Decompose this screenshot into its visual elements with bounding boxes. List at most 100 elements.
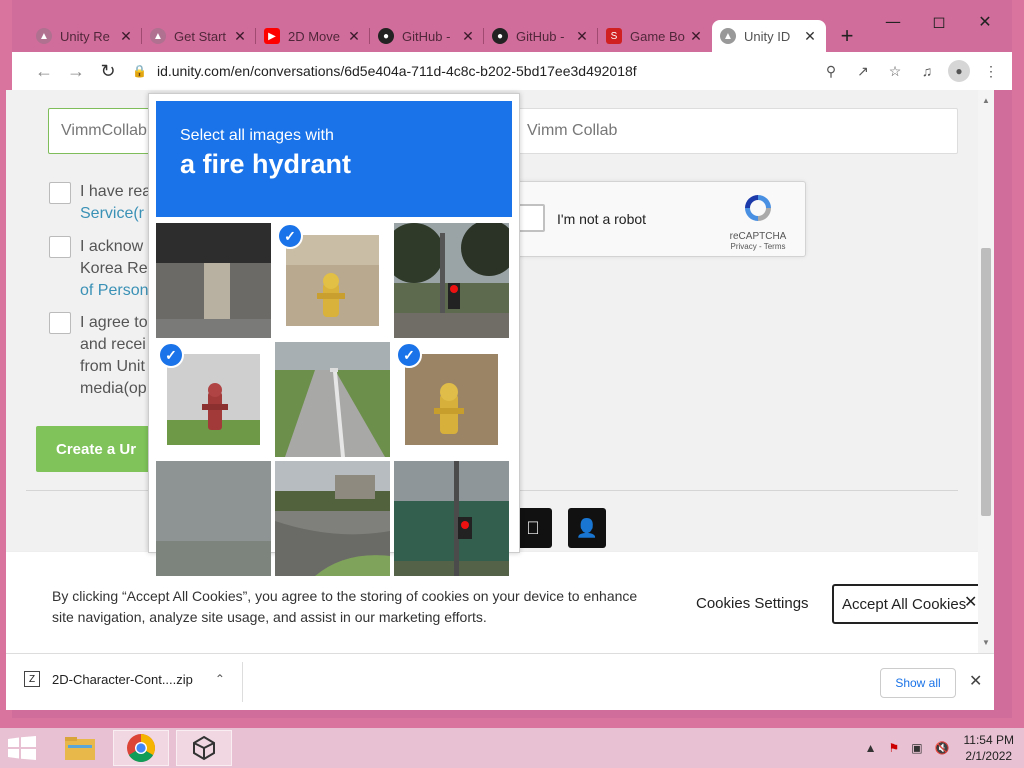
recaptcha-icon (745, 195, 771, 221)
consent-line: I have rea (80, 183, 152, 200)
reload-button[interactable]: ↻ (92, 55, 124, 87)
window-controls: — ◻ ✕ (876, 10, 1002, 32)
recaptcha-brand: reCAPTCHA (729, 231, 787, 242)
recaptcha-logo: reCAPTCHA Privacy - Terms (723, 192, 793, 251)
terms-link[interactable]: Service(r (80, 203, 151, 225)
download-filename: 2D-Character-Cont....zip (52, 671, 193, 687)
chrome-icon (127, 734, 155, 762)
chevron-up-icon[interactable]: ⌃ (215, 672, 225, 686)
forward-button[interactable]: → (60, 55, 92, 87)
captcha-tile-9[interactable] (394, 461, 509, 576)
captcha-tile-8[interactable] (275, 461, 390, 576)
show-hidden-icons[interactable]: ▲ (865, 741, 877, 755)
recaptcha-checkbox[interactable] (517, 204, 545, 232)
game-icon: S (606, 28, 622, 44)
close-icon[interactable]: ✕ (232, 28, 248, 45)
close-icon[interactable]: ✕ (574, 28, 590, 45)
menu-icon[interactable]: ⋮ (978, 58, 1004, 84)
unity-icon: ▲ (150, 28, 166, 44)
action-center-flag-icon[interactable]: ⚑ (888, 741, 899, 755)
scroll-down-icon[interactable]: ▼ (982, 638, 990, 647)
privacy-link[interactable]: of Person (80, 280, 148, 302)
close-icon[interactable]: ✕ (346, 28, 362, 45)
consent-checkbox-marketing[interactable] (49, 312, 71, 334)
unity-icon: ▲ (36, 28, 52, 44)
account-link-button[interactable]: 👤 (568, 508, 606, 548)
full-name-field[interactable]: Vimm Collab (514, 108, 958, 154)
minimize-button[interactable]: — (876, 10, 910, 32)
tab-title: Unity ID (744, 28, 791, 44)
unity-icon (193, 735, 215, 761)
tab-title: GitHub - (516, 28, 565, 44)
youtube-icon: ▶ (264, 28, 280, 44)
tab-github-1[interactable]: ● GitHub - ✕ (370, 20, 484, 52)
consent-checkbox-terms[interactable] (49, 182, 71, 204)
clock-time: 11:54 PM (963, 733, 1014, 747)
selected-check-icon: ✓ (396, 342, 422, 368)
close-icon[interactable]: ✕ (118, 28, 134, 45)
file-explorer-button[interactable] (52, 730, 108, 766)
tab-title: 2D Move (288, 28, 341, 44)
download-item[interactable]: Z 2D-Character-Cont....zip ⌃ (24, 671, 225, 687)
new-tab-button[interactable]: + (832, 20, 862, 52)
maximize-button[interactable]: ◻ (922, 10, 956, 32)
tab-game-bo[interactable]: S Game Bo ✕ (598, 20, 712, 52)
show-all-button[interactable]: Show all (880, 668, 956, 698)
zip-file-icon: Z (24, 671, 40, 687)
windows-start-icon[interactable] (8, 736, 36, 760)
volume-muted-icon[interactable]: 🔇 (935, 741, 950, 755)
captcha-tile-7[interactable] (156, 461, 271, 576)
consent-line: and recei (80, 336, 146, 353)
tile-image (275, 461, 390, 576)
media-control-icon[interactable]: ♫ (914, 58, 940, 84)
unity-taskbar-button[interactable] (176, 730, 232, 766)
share-icon[interactable]: ↗ (850, 58, 876, 84)
create-account-button[interactable]: Create a Ur (36, 426, 151, 472)
address-bar[interactable]: 🔒 id.unity.com/en/conversations/6d5e404a… (132, 56, 818, 86)
close-shelf-icon[interactable]: ✕ (969, 671, 982, 691)
consent-text-marketing: I agree to and recei from Unit media(op (80, 312, 148, 400)
consent-checkbox-privacy[interactable] (49, 236, 71, 258)
scrollbar-thumb[interactable] (981, 248, 991, 516)
tab-2d-move[interactable]: ▶ 2D Move ✕ (256, 20, 370, 52)
tab-title: Game Bo (630, 28, 685, 44)
tab-unity-re[interactable]: ▲ Unity Re ✕ (28, 20, 142, 52)
clock-date: 2/1/2022 (965, 749, 1013, 763)
captcha-instruction: Select all images with (180, 127, 334, 144)
page-scrollbar[interactable]: ▲ ▼ (978, 90, 994, 653)
network-icon[interactable]: ▣ (911, 741, 922, 755)
chrome-taskbar-button[interactable] (113, 730, 169, 766)
tab-get-started[interactable]: ▲ Get Start ✕ (142, 20, 256, 52)
close-icon[interactable]: ✕ (802, 28, 818, 45)
captcha-tile-1[interactable] (156, 223, 271, 338)
profile-button[interactable]: ● (946, 58, 972, 84)
tab-strip: ▲ Unity Re ✕ ▲ Get Start ✕ ▶ 2D Move ✕ ●… (28, 20, 862, 52)
clock[interactable]: 11:54 PM 2/1/2022 (964, 732, 1014, 764)
back-button[interactable]: ← (28, 55, 60, 87)
close-icon[interactable]: ✕ (688, 28, 704, 45)
tab-unity-id[interactable]: ▲ Unity ID ✕ (712, 20, 826, 52)
tile-image (156, 461, 271, 576)
consent-text-privacy: I acknow Korea Re of Person (80, 236, 148, 302)
scroll-up-icon[interactable]: ▲ (982, 96, 990, 105)
cookie-settings-button[interactable]: Cookies Settings (696, 595, 809, 612)
recaptcha-terms-link[interactable]: Privacy - Terms (723, 242, 793, 251)
close-icon[interactable]: ✕ (460, 28, 476, 45)
tab-github-2[interactable]: ● GitHub - ✕ (484, 20, 598, 52)
bookmark-star-icon[interactable]: ☆ (882, 58, 908, 84)
captcha-challenge: Select all images with a fire hydrant ✓ … (148, 93, 520, 576)
tile-image (275, 342, 390, 457)
accept-all-cookies-button[interactable]: Accept All Cookies (832, 584, 978, 624)
close-window-button[interactable]: ✕ (968, 10, 1002, 32)
lock-icon[interactable]: 🔒 (132, 64, 147, 78)
recaptcha-widget: I'm not a robot reCAPTCHA Privacy - Term… (506, 181, 806, 257)
full-name-value: Vimm Collab (527, 122, 618, 139)
consent-line: Korea Re (80, 260, 148, 277)
consent-line: I acknow (80, 238, 144, 255)
close-cookie-banner-icon[interactable]: ✕ (964, 592, 977, 612)
captcha-tile-5[interactable] (275, 342, 390, 457)
key-icon[interactable]: ⚲ (818, 58, 844, 84)
accept-label: Accept All Cookies (842, 595, 967, 613)
captcha-tile-3[interactable] (394, 223, 509, 338)
captcha-target: a fire hydrant (180, 149, 352, 179)
